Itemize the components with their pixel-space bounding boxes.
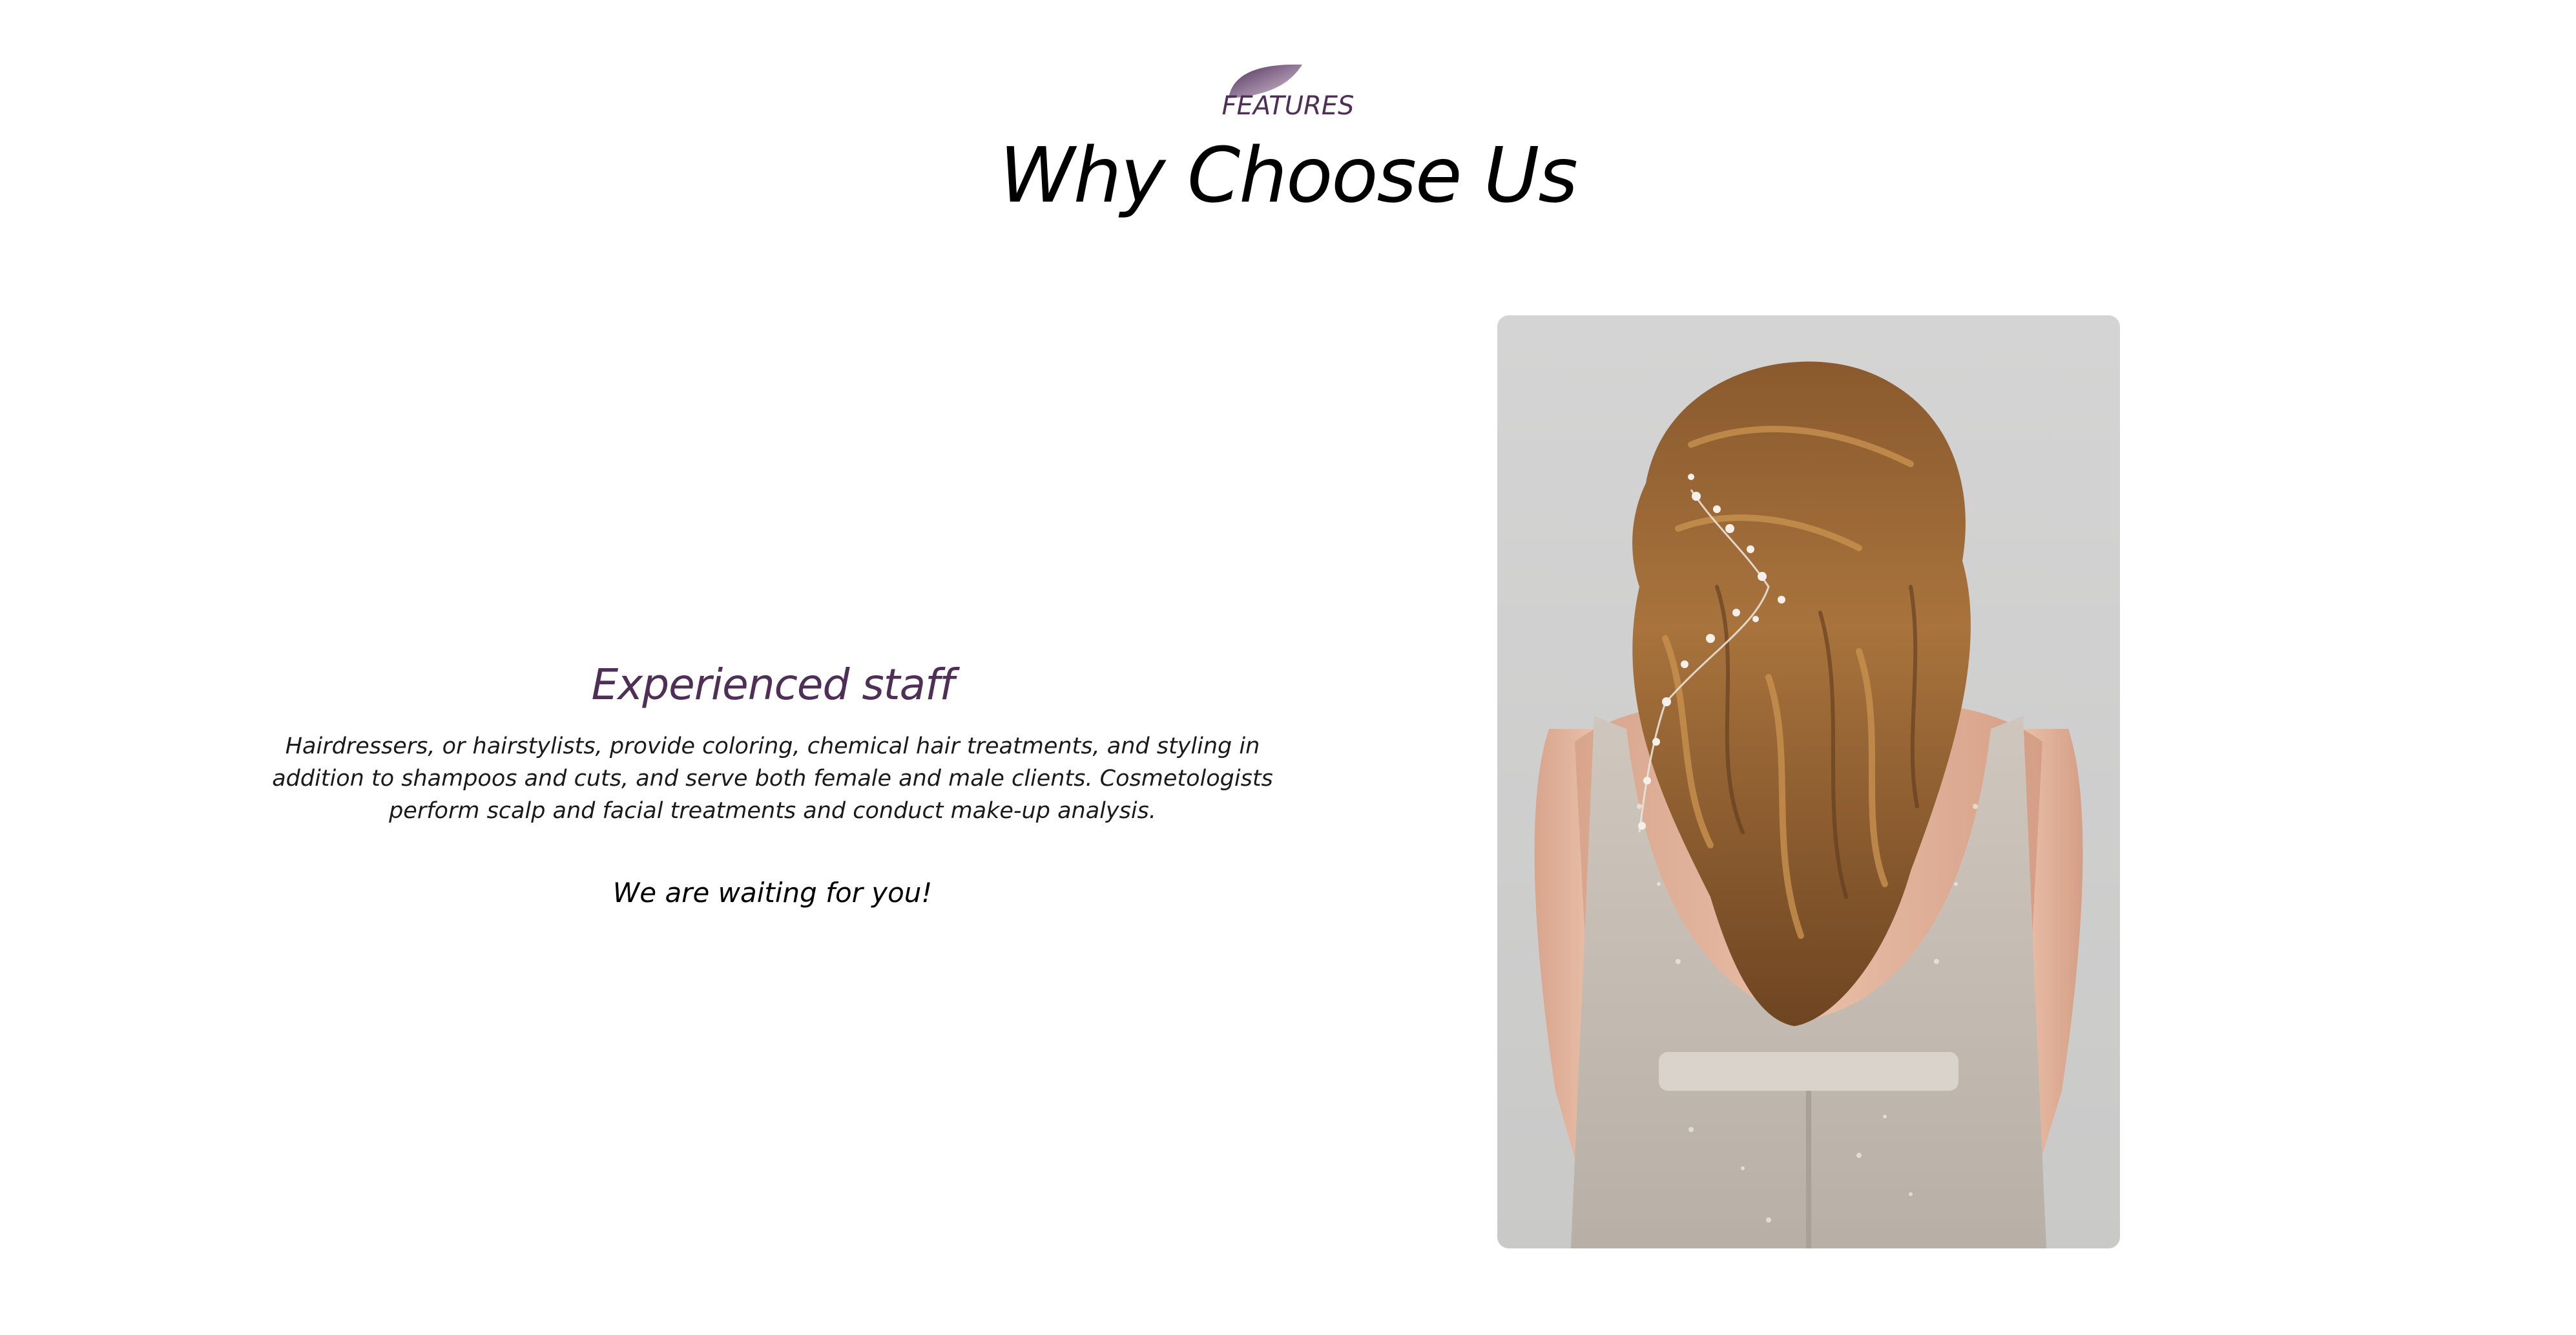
section-title: Why Choose Us <box>999 131 1578 220</box>
feature-title: Experienced staff <box>591 660 954 710</box>
feature-block: Experienced staff Hairdressers, or hairs… <box>258 653 1287 912</box>
section-header: FEATURES Why Choose Us <box>0 0 2576 258</box>
feature-description: Hairdressers, or hairstylists, provide c… <box>272 733 1273 824</box>
bride-hair-photo <box>1497 315 2120 1248</box>
section-eyebrow: FEATURES <box>1221 91 1355 121</box>
feature-photo <box>1497 315 2120 1248</box>
feature-cta-text: We are waiting for you! <box>612 877 933 909</box>
